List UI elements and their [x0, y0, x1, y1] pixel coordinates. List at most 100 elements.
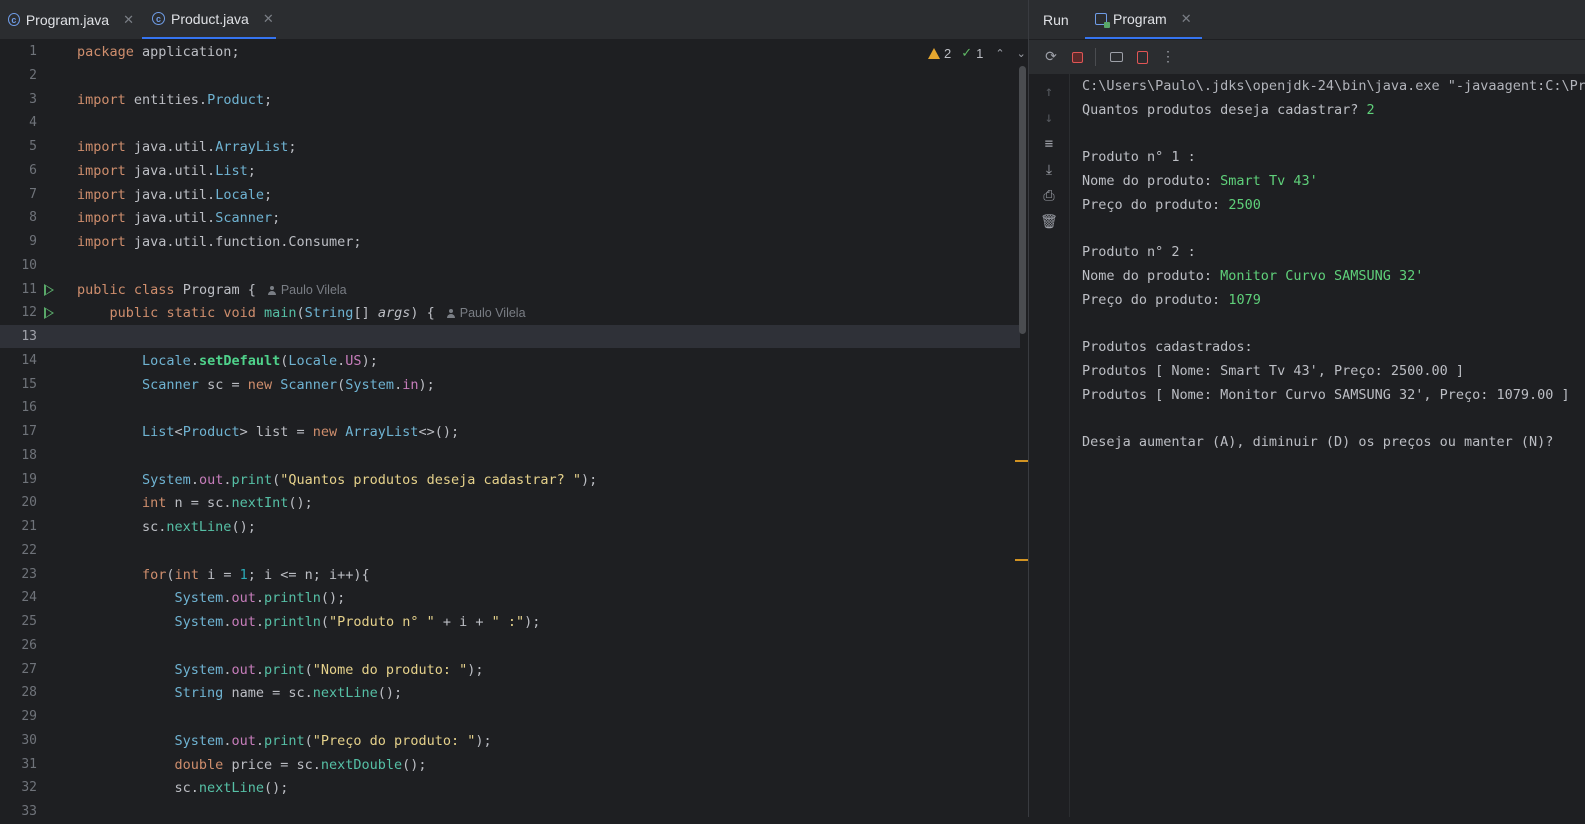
run-tool-window: Run Program ✕ ⟳ ⋮ ↑ ↓ ≡ ⤓ ⎙ 🗑 C:\Users\P…: [1028, 0, 1585, 817]
code-line[interactable]: for(int i = 1; i <= n; i++){: [77, 563, 370, 587]
line-number: 10: [21, 257, 37, 273]
line-number: 26: [21, 637, 37, 653]
code-line[interactable]: public static void main(String[] args) {…: [77, 301, 526, 325]
java-class-icon: c: [8, 13, 20, 26]
line-number: 6: [29, 162, 37, 178]
line-number: 14: [21, 352, 37, 368]
line-number: 4: [29, 115, 37, 131]
arrow-down-icon[interactable]: ↓: [1039, 108, 1059, 128]
weak-warning-icon: ✓: [961, 45, 973, 60]
code-line[interactable]: public class Program {Paulo Vilela: [77, 278, 347, 302]
console-text: Nome do produto:: [1082, 268, 1221, 284]
code-line[interactable]: String name = sc.nextLine();: [77, 681, 403, 705]
toolbar-separator: [1095, 48, 1096, 66]
camera-icon-shape: [1109, 52, 1123, 62]
run-gutter-icon[interactable]: [44, 307, 54, 320]
console-user-input: 1079: [1228, 291, 1261, 308]
console-text: Produtos [ Nome: Smart Tv 43', Preço: 25…: [1082, 363, 1465, 379]
code-line[interactable]: import java.util.function.Consumer;: [77, 230, 361, 254]
soft-wrap-icon[interactable]: ≡: [1039, 134, 1059, 154]
tab-run[interactable]: Run: [1043, 0, 1069, 39]
console-text: Preço do produto:: [1082, 196, 1229, 213]
code-line[interactable]: List<Product> list = new ArrayList<>();: [77, 420, 459, 444]
console-user-input: 2: [1366, 101, 1375, 118]
tab-program-run[interactable]: Program ✕: [1085, 0, 1202, 39]
rerun-icon[interactable]: ⟳: [1041, 47, 1061, 67]
console-user-input: 2500: [1228, 196, 1261, 213]
console-text: Nome do produto:: [1082, 173, 1221, 189]
line-number: 8: [29, 210, 37, 226]
stop-button[interactable]: [1067, 47, 1087, 67]
run-gutter-icon[interactable]: [44, 283, 54, 296]
chevron-up-icon[interactable]: ⌃: [995, 47, 1004, 60]
run-toolbar: ⟳ ⋮: [1029, 40, 1585, 74]
code-area[interactable]: package application; import entities.Prod…: [77, 40, 1028, 817]
close-icon[interactable]: ✕: [1181, 11, 1192, 27]
code-line[interactable]: System.out.println("Produto n° " + i + "…: [77, 610, 541, 634]
line-number: 28: [21, 685, 37, 701]
line-number: 29: [21, 709, 37, 724]
line-number: 16: [21, 400, 37, 416]
code-line[interactable]: import entities.Product;: [77, 88, 272, 112]
code-line[interactable]: import java.util.Scanner;: [77, 206, 280, 230]
line-number: 9: [29, 234, 37, 249]
close-icon[interactable]: ✕: [123, 12, 134, 28]
line-number: 12: [21, 305, 37, 321]
editor-pane: c Program.java ✕ c Product.java ✕ 123456…: [0, 0, 1029, 819]
console-line: Nome do produto: Smart Tv 43': [1082, 171, 1318, 195]
line-number: 24: [21, 590, 37, 606]
console-line: Preço do produto: 1079: [1082, 290, 1261, 314]
line-number: 15: [21, 376, 37, 392]
author-inlay-hint[interactable]: Paulo Vilela: [446, 301, 526, 325]
console-text: Produto n° 1 :: [1082, 149, 1196, 166]
error-stripe-mark[interactable]: [1015, 460, 1029, 462]
line-number: 2: [29, 67, 37, 83]
console-line: Quantos produtos deseja cadastrar? 2: [1082, 100, 1375, 124]
scroll-to-end-icon[interactable]: ⤓: [1039, 160, 1059, 180]
code-line[interactable]: import java.util.ArrayList;: [77, 135, 296, 159]
person-icon: [267, 285, 276, 295]
print-icon[interactable]: ⎙: [1039, 186, 1059, 206]
code-line[interactable]: package application;: [77, 40, 240, 64]
editor-tab-bar: c Program.java ✕ c Product.java ✕: [0, 0, 1028, 40]
line-number: 22: [21, 542, 37, 558]
editor-scrollbar[interactable]: [1019, 66, 1026, 334]
console-output[interactable]: C:\Users\Paulo\.jdks\openjdk-24\bin\java…: [1082, 76, 1585, 816]
console-text: Deseja aumentar (A), diminuir (D) os pre…: [1082, 434, 1554, 451]
line-number: 27: [21, 661, 37, 677]
tab-program-java[interactable]: c Program.java ✕: [8, 0, 134, 39]
trash-icon[interactable]: 🗑: [1039, 212, 1059, 232]
line-number: 30: [21, 732, 37, 748]
chevron-down-icon[interactable]: ⌄: [1017, 47, 1026, 60]
line-number: 32: [21, 780, 37, 796]
console-line: Produtos cadastrados:: [1082, 337, 1253, 361]
code-line[interactable]: System.out.print("Preço do produto: ");: [77, 729, 492, 753]
code-line[interactable]: Scanner sc = new Scanner(System.in);: [77, 373, 435, 397]
warning-icon: [928, 47, 940, 59]
code-line[interactable]: Locale.setDefault(Locale.US);: [77, 349, 378, 373]
code-line[interactable]: System.out.println();: [77, 586, 346, 610]
code-line[interactable]: int n = sc.nextInt();: [77, 491, 313, 515]
line-number: 25: [21, 614, 37, 629]
line-number: 13: [21, 329, 37, 344]
code-line[interactable]: import java.util.List;: [77, 159, 256, 183]
error-stripe-mark[interactable]: [1015, 559, 1029, 561]
code-line[interactable]: sc.nextLine();: [77, 776, 289, 800]
camera-icon[interactable]: [1106, 47, 1126, 67]
code-line[interactable]: System.out.print("Nome do produto: ");: [77, 658, 484, 682]
tab-label: Program: [1113, 10, 1167, 27]
code-line[interactable]: System.out.print("Quantos produtos desej…: [77, 468, 597, 492]
tab-product-java[interactable]: c Product.java ✕: [142, 0, 276, 39]
line-number: 20: [21, 495, 37, 511]
code-line[interactable]: double price = sc.nextDouble();: [77, 753, 427, 777]
inspection-widget[interactable]: 2 ✓ 1 ⌃ ⌄: [928, 44, 1026, 62]
code-line[interactable]: sc.nextLine();: [77, 515, 256, 539]
more-options-icon[interactable]: ⋮: [1158, 47, 1178, 67]
close-icon[interactable]: ✕: [263, 11, 274, 27]
line-number: 7: [29, 186, 37, 202]
arrow-up-icon[interactable]: ↑: [1039, 82, 1059, 102]
code-line[interactable]: import java.util.Locale;: [77, 183, 272, 207]
author-inlay-hint[interactable]: Paulo Vilela: [267, 278, 347, 302]
console-text: C:\Users\Paulo\.jdks\openjdk-24\bin\java…: [1082, 78, 1585, 94]
exit-icon[interactable]: [1132, 47, 1152, 67]
